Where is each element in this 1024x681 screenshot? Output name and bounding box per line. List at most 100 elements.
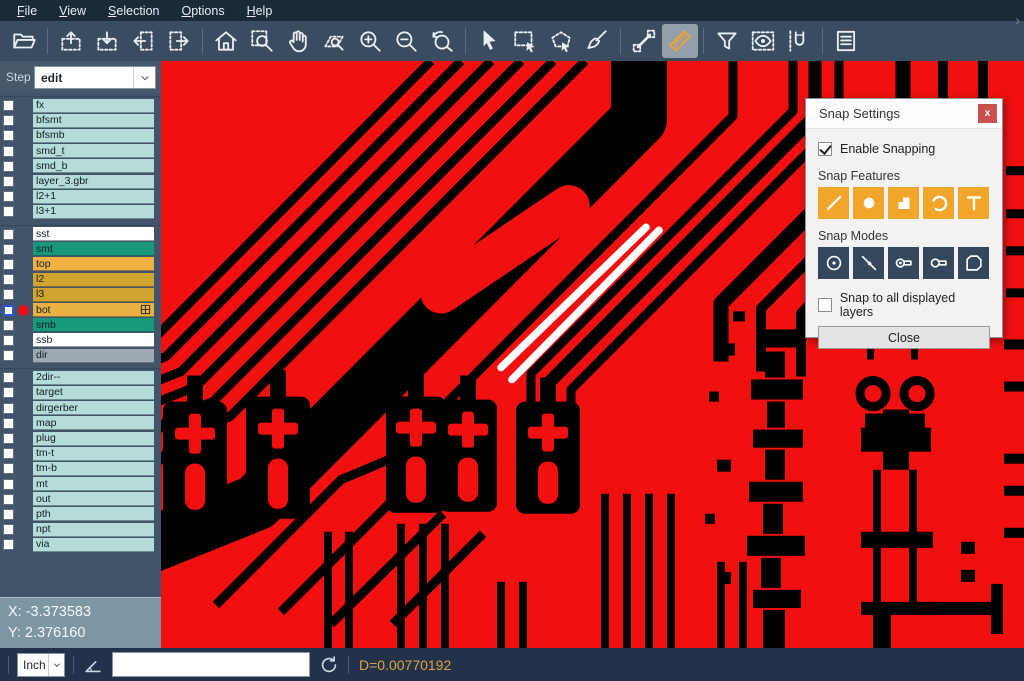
mode-slot-end-button[interactable]: [888, 247, 919, 279]
layer-label[interactable]: smb: [33, 318, 154, 332]
display-options-icon[interactable]: [745, 24, 781, 58]
layer-checkbox[interactable]: [3, 479, 14, 490]
layer-label[interactable]: mt: [33, 477, 154, 491]
layer-label[interactable]: top: [33, 257, 154, 271]
layer-label[interactable]: 2dir--: [33, 371, 154, 385]
layer-checkbox[interactable]: [3, 418, 14, 429]
shift-down-icon[interactable]: [89, 24, 125, 58]
feature-text-button[interactable]: [958, 187, 989, 219]
chevron-down-icon[interactable]: [48, 654, 64, 676]
layer-checkbox[interactable]: [3, 448, 14, 459]
layer-checkbox[interactable]: [3, 191, 14, 202]
layer-label[interactable]: fx: [33, 99, 154, 113]
layer-checkbox[interactable]: [3, 372, 14, 383]
layer-checkbox[interactable]: [3, 130, 14, 141]
layer-checkbox[interactable]: [3, 305, 14, 316]
zoom-out-icon[interactable]: [388, 24, 424, 58]
layer-label[interactable]: out: [33, 492, 154, 506]
chevron-down-icon[interactable]: [133, 67, 155, 88]
refresh-icon[interactable]: [318, 654, 340, 676]
open-folder-icon[interactable]: [6, 24, 42, 58]
layer-label[interactable]: tm-b: [33, 462, 154, 476]
layer-checkbox[interactable]: [3, 274, 14, 285]
layer-checkbox[interactable]: [3, 229, 14, 240]
layer-label[interactable]: sst: [33, 227, 154, 241]
angle-measure-icon[interactable]: [82, 654, 104, 676]
zoom-previous-icon[interactable]: [424, 24, 460, 58]
layer-checkbox[interactable]: [3, 494, 14, 505]
report-icon[interactable]: [828, 24, 864, 58]
layer-checkbox[interactable]: [3, 244, 14, 255]
mode-point-on-line-button[interactable]: [853, 247, 884, 279]
layer-checkbox[interactable]: [3, 161, 14, 172]
snap-all-layers-checkbox[interactable]: [818, 298, 832, 312]
layer-checkbox[interactable]: [3, 146, 14, 157]
layer-label[interactable]: smt: [33, 242, 154, 256]
layer-checkbox[interactable]: [3, 289, 14, 300]
layer-checkbox[interactable]: [3, 463, 14, 474]
layer-label[interactable]: dir: [33, 349, 154, 363]
layer-label[interactable]: map: [33, 416, 154, 430]
dialog-close-button[interactable]: x: [978, 104, 997, 123]
unit-select[interactable]: Inch: [17, 653, 65, 677]
layer-checkbox[interactable]: [3, 115, 14, 126]
close-button[interactable]: Close: [818, 326, 990, 349]
layer-checkbox[interactable]: [3, 335, 14, 346]
layer-label[interactable]: tm-t: [33, 447, 154, 461]
measure-ruler-icon[interactable]: [662, 24, 698, 58]
feature-surface-button[interactable]: [888, 187, 919, 219]
feature-line-button[interactable]: [818, 187, 849, 219]
filter-funnel-icon[interactable]: [709, 24, 745, 58]
feature-pad-button[interactable]: [853, 187, 884, 219]
enable-snapping-checkbox[interactable]: [818, 142, 832, 156]
layer-label[interactable]: ssb: [33, 333, 154, 347]
step-select[interactable]: edit: [34, 66, 156, 89]
layer-label[interactable]: npt: [33, 523, 154, 537]
layer-checkbox[interactable]: [3, 350, 14, 361]
layer-checkbox[interactable]: [3, 176, 14, 187]
layer-label[interactable]: l3+1: [33, 205, 154, 219]
layer-checkbox[interactable]: [3, 387, 14, 398]
layer-label[interactable]: pth: [33, 507, 154, 521]
menu-options[interactable]: Options: [170, 2, 235, 20]
mode-outline-vertex-button[interactable]: [958, 247, 989, 279]
menu-file[interactable]: File: [6, 2, 48, 20]
shift-up-icon[interactable]: [53, 24, 89, 58]
layer-label[interactable]: plug: [33, 432, 154, 446]
layer-label[interactable]: l2: [33, 273, 154, 287]
feature-arc-button[interactable]: [923, 187, 954, 219]
layer-checkbox[interactable]: [3, 509, 14, 520]
measure-line-icon[interactable]: [626, 24, 662, 58]
toolbar-overflow-chevron[interactable]: ›: [1015, 12, 1020, 28]
zoom-object-icon[interactable]: [316, 24, 352, 58]
shift-left-icon[interactable]: [125, 24, 161, 58]
layer-checkbox[interactable]: [3, 206, 14, 217]
pan-hand-icon[interactable]: [280, 24, 316, 58]
layer-label[interactable]: smd_t: [33, 144, 154, 158]
layer-label[interactable]: bfsmt: [33, 114, 154, 128]
layer-label[interactable]: smd_b: [33, 159, 154, 173]
layer-checkbox[interactable]: [3, 539, 14, 550]
layer-checkbox[interactable]: [3, 259, 14, 270]
layer-checkbox[interactable]: [3, 100, 14, 111]
menu-view[interactable]: View: [48, 2, 97, 20]
layer-label[interactable]: layer_3.gbr: [33, 175, 154, 189]
layer-label[interactable]: via: [33, 538, 154, 552]
layer-label[interactable]: l3: [33, 288, 154, 302]
menu-selection[interactable]: Selection: [97, 2, 170, 20]
home-view-icon[interactable]: [208, 24, 244, 58]
snap-magnet-icon[interactable]: [781, 24, 817, 58]
layer-checkbox[interactable]: [3, 433, 14, 444]
layer-checkbox[interactable]: [3, 403, 14, 414]
select-polygon-icon[interactable]: [543, 24, 579, 58]
layer-label[interactable]: bfsmb: [33, 129, 154, 143]
menu-help[interactable]: Help: [236, 2, 284, 20]
mode-slot-open-button[interactable]: [923, 247, 954, 279]
mode-center-button[interactable]: [818, 247, 849, 279]
layer-checkbox[interactable]: [3, 524, 14, 535]
select-arrow-icon[interactable]: [471, 24, 507, 58]
shift-right-icon[interactable]: [161, 24, 197, 58]
paint-brush-icon[interactable]: [579, 24, 615, 58]
grid-icon[interactable]: [140, 304, 151, 315]
select-rectangle-icon[interactable]: [507, 24, 543, 58]
